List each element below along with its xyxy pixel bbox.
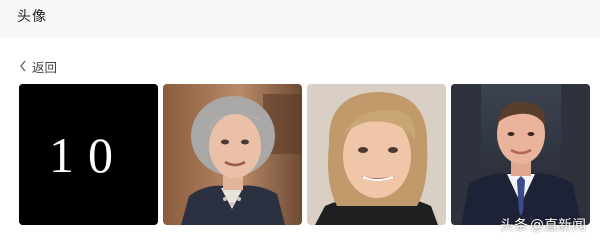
portrait-photo-icon — [307, 84, 446, 225]
page-title: 头像 — [17, 9, 47, 25]
watermark-at: @ — [530, 217, 544, 233]
watermark-source: 头条 — [500, 218, 528, 234]
back-label: 返回 — [32, 59, 58, 75]
logo-number: 10 — [49, 127, 127, 183]
chevron-left-icon — [20, 60, 26, 72]
portrait-photo-icon — [163, 84, 302, 225]
top-header: 头像 — [0, 0, 600, 38]
avatar-thumb-portrait[interactable] — [307, 84, 446, 225]
avatar-thumb-portrait[interactable] — [163, 84, 302, 225]
number-10-logo-icon: 10 — [19, 84, 158, 225]
avatar-thumb-portrait[interactable] — [451, 84, 590, 225]
avatar-thumb-number-10[interactable]: 10 — [19, 84, 158, 225]
source-watermark: 头条 @ 直新闻 — [500, 215, 586, 235]
watermark-account: 直新闻 — [544, 218, 586, 234]
avatar-gallery: 10 — [19, 84, 591, 225]
portrait-photo-icon — [451, 84, 590, 225]
back-button[interactable]: 返回 — [18, 57, 57, 75]
